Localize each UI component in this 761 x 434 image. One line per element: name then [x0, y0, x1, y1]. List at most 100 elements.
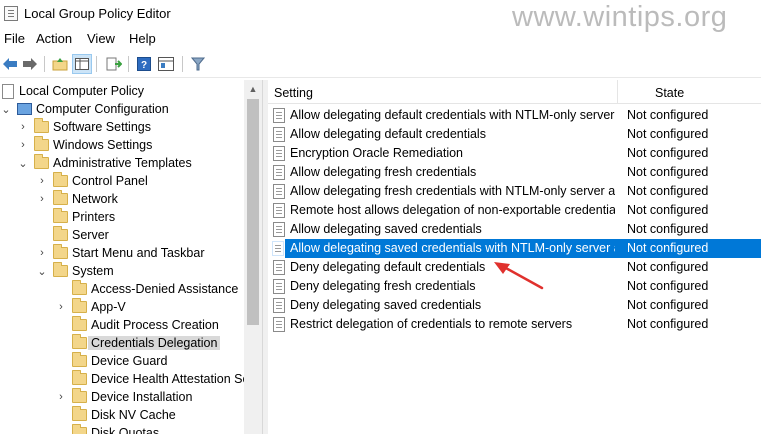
toolbar-separator: [182, 56, 183, 72]
menu-help[interactable]: Help: [129, 31, 156, 46]
forward-icon[interactable]: [20, 54, 40, 74]
folder-icon: [53, 208, 68, 223]
chevron-right-icon[interactable]: ›: [36, 193, 48, 205]
policy-setting-icon: [273, 317, 285, 332]
column-header-setting[interactable]: Setting: [274, 86, 313, 100]
properties-view-icon[interactable]: [156, 54, 176, 74]
tree-item-start-menu-taskbar[interactable]: › Start Menu and Taskbar: [36, 244, 204, 262]
policy-document-icon: [2, 83, 14, 99]
list-row[interactable]: Encryption Oracle Remediation Not configu…: [268, 144, 761, 163]
setting-state: Not configured: [627, 241, 709, 255]
setting-name: Allow delegating default credentials: [290, 127, 486, 141]
tree-item-local-computer-policy[interactable]: Local Computer Policy: [2, 82, 144, 100]
chevron-right-icon[interactable]: ›: [17, 121, 29, 133]
menu-bar: File Action View Help: [0, 28, 761, 50]
chevron-right-icon[interactable]: ›: [36, 175, 48, 187]
tree-scrollbar[interactable]: ▲: [244, 80, 262, 434]
toolbar-separator: [128, 56, 129, 72]
scrollbar-thumb[interactable]: [247, 99, 259, 325]
list-row[interactable]: Restrict delegation of credentials to re…: [268, 315, 761, 334]
tree-item-disk-quotas[interactable]: Disk Quotas: [72, 424, 159, 434]
tree-item-credentials-delegation[interactable]: Credentials Delegation: [72, 334, 221, 352]
tree-item-label: Printers: [72, 210, 116, 224]
folder-icon: [72, 406, 87, 421]
folder-icon: [72, 352, 87, 367]
menu-file[interactable]: File: [4, 31, 25, 46]
tree-item-label: App-V: [91, 300, 126, 314]
folder-icon: [72, 316, 87, 331]
folder-icon: [72, 370, 87, 385]
folder-icon: [53, 172, 68, 187]
policy-setting-icon: [273, 298, 285, 313]
setting-state: Not configured: [627, 108, 709, 122]
tree-item-server[interactable]: Server: [53, 226, 109, 244]
menu-action[interactable]: Action: [36, 31, 72, 46]
list-row[interactable]: Allow delegating fresh credentials with …: [268, 182, 761, 201]
folder-icon: [53, 226, 68, 241]
tree-item-disk-nv-cache[interactable]: Disk NV Cache: [72, 406, 176, 424]
policy-setting-icon: [273, 222, 285, 237]
show-hide-tree-icon[interactable]: [72, 54, 92, 74]
setting-name: Allow delegating fresh credentials with …: [290, 184, 615, 198]
export-list-icon[interactable]: [104, 54, 124, 74]
tree-item-network[interactable]: › Network: [36, 190, 118, 208]
list-row[interactable]: Allow delegating fresh credentials Not co…: [268, 163, 761, 182]
column-header-state[interactable]: State: [655, 86, 684, 100]
menu-view[interactable]: View: [87, 31, 115, 46]
setting-state: Not configured: [627, 165, 709, 179]
chevron-down-icon[interactable]: ⌄: [17, 157, 29, 170]
filter-icon[interactable]: [188, 54, 208, 74]
tree-item-label: Disk NV Cache: [91, 408, 176, 422]
up-folder-icon[interactable]: [50, 54, 70, 74]
help-icon[interactable]: ?: [134, 54, 154, 74]
folder-icon: [72, 298, 87, 313]
scroll-up-arrow-icon[interactable]: ▲: [244, 80, 262, 97]
column-divider[interactable]: [617, 80, 618, 104]
setting-name: Deny delegating fresh credentials: [290, 279, 476, 293]
tree-item-device-installation[interactable]: › Device Installation: [55, 388, 192, 406]
list-row[interactable]: Allow delegating saved credentials Not co…: [268, 220, 761, 239]
tree-item-label: Software Settings: [53, 120, 151, 134]
group-policy-app-icon: [4, 6, 18, 21]
tree-item-administrative-templates[interactable]: ⌄ Administrative Templates: [17, 154, 192, 172]
setting-state: Not configured: [627, 298, 709, 312]
back-icon[interactable]: [0, 54, 20, 74]
tree-item-printers[interactable]: Printers: [53, 208, 115, 226]
tree-item-app-v[interactable]: › App-V: [55, 298, 126, 316]
chevron-right-icon[interactable]: ›: [36, 247, 48, 259]
tree-item-label: Device Health Attestation Se: [91, 372, 250, 386]
chevron-down-icon[interactable]: ⌄: [36, 265, 48, 278]
tree-item-control-panel[interactable]: › Control Panel: [36, 172, 148, 190]
tree-item-device-guard[interactable]: Device Guard: [72, 352, 167, 370]
policy-setting-icon: [273, 127, 285, 142]
tree-item-label: Local Computer Policy: [19, 84, 145, 98]
tree-item-label: Device Installation: [91, 390, 193, 404]
tree-item-access-denied-assistance[interactable]: Access-Denied Assistance: [72, 280, 238, 298]
list-row[interactable]: Remote host allows delegation of non-exp…: [268, 201, 761, 220]
list-row[interactable]: Allow delegating default credentials wit…: [268, 106, 761, 125]
setting-state: Not configured: [627, 184, 709, 198]
tree-item-computer-configuration[interactable]: ⌄ Computer Configuration: [0, 100, 168, 118]
tree-item-windows-settings[interactable]: › Windows Settings: [17, 136, 152, 154]
setting-name: Deny delegating saved credentials: [290, 298, 482, 312]
folder-icon: [53, 190, 68, 205]
window-title: Local Group Policy Editor: [24, 6, 171, 21]
policy-setting-icon: [273, 279, 285, 294]
tree-item-label: Server: [72, 228, 109, 242]
chevron-down-icon[interactable]: ⌄: [0, 103, 12, 116]
setting-name: Encryption Oracle Remediation: [290, 146, 463, 160]
tree-item-device-health-attestation[interactable]: Device Health Attestation Se: [72, 370, 249, 388]
folder-icon: [53, 244, 68, 259]
tree-item-system[interactable]: ⌄ System: [36, 262, 114, 280]
chevron-right-icon[interactable]: ›: [55, 391, 67, 403]
folder-icon: [72, 280, 87, 295]
tree-item-audit-process-creation[interactable]: Audit Process Creation: [72, 316, 219, 334]
tree-item-label: Network: [72, 192, 118, 206]
setting-name: Deny delegating default credentials: [290, 260, 486, 274]
tree-item-label: Windows Settings: [53, 138, 153, 152]
chevron-right-icon[interactable]: ›: [17, 139, 29, 151]
tree-item-software-settings[interactable]: › Software Settings: [17, 118, 151, 136]
chevron-right-icon[interactable]: ›: [55, 301, 67, 313]
list-row[interactable]: Allow delegating default credentials Not …: [268, 125, 761, 144]
policy-setting-icon: [273, 146, 285, 161]
